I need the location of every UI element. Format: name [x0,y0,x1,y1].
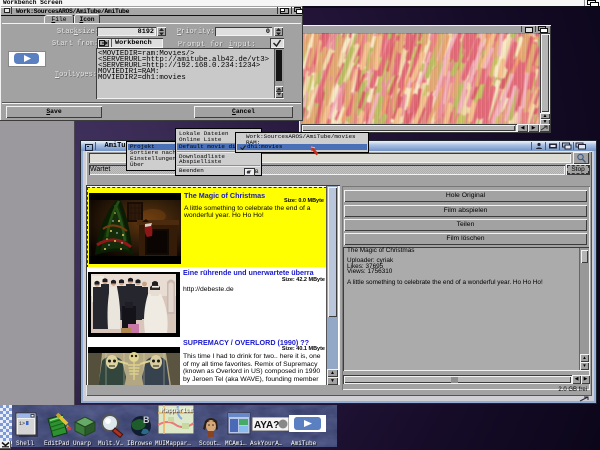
svg-text:Mapparium: Mapparium [161,407,194,414]
svg-text:B: B [143,415,150,425]
svg-text:1>: 1> [19,421,25,427]
svg-text:AYA?: AYA? [254,420,279,431]
